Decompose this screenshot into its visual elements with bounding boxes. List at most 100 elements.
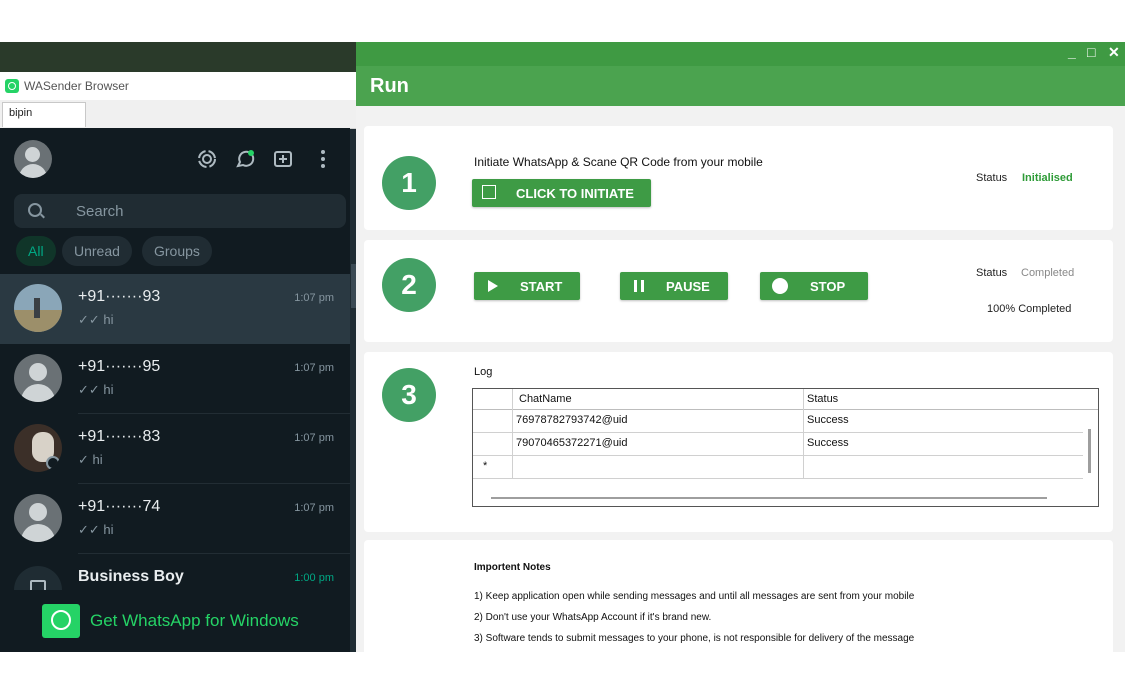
horizontal-scrollbar[interactable] (491, 497, 1047, 499)
step-1-card: 1 Initiate WhatsApp & Scane QR Code from… (364, 126, 1113, 230)
search-input[interactable]: Search (14, 194, 346, 228)
step-number: 2 (382, 258, 436, 312)
filter-unread[interactable]: Unread (62, 236, 132, 266)
avatar-photo-person (34, 298, 40, 318)
filter-all[interactable]: All (16, 236, 56, 266)
start-button[interactable]: START (474, 272, 580, 300)
chat-name: +91·······93 (78, 288, 161, 305)
chat-time: 1:07 pm (294, 362, 334, 374)
wasender-browser-window: WASender Browser bipin Search All Unread… (0, 42, 356, 652)
chat-last-message: ✓ hi (78, 452, 103, 467)
whatsapp-panel: Search All Unread Groups +91·······93 1:… (0, 128, 350, 652)
filter-groups[interactable]: Groups (142, 236, 212, 266)
chat-last-message: ✓✓ hi (78, 522, 114, 537)
table-row[interactable]: 79070465372271@uid Success (473, 433, 1083, 456)
app-icon (5, 79, 19, 93)
status-label: Status (976, 267, 1008, 279)
step-1-instruction: Initiate WhatsApp & Scane QR Code from y… (474, 155, 763, 169)
log-label: Log (474, 366, 493, 378)
contact-avatar (14, 494, 62, 542)
new-chat-icon[interactable] (272, 148, 294, 170)
button-label: STOP (810, 279, 846, 294)
progress-text: 100% Completed (987, 303, 1072, 315)
window-topbar: _ □ ✕ (356, 42, 1125, 66)
chat-name: Business Boy (78, 568, 184, 585)
stop-hand-icon (772, 278, 788, 294)
whatsapp-logo-icon (42, 604, 80, 638)
status-value: Initialised (1022, 172, 1073, 184)
note-item: 1) Keep application open while sending m… (474, 591, 915, 602)
tab-bipin[interactable]: bipin (2, 102, 86, 127)
stop-button[interactable]: STOP (760, 272, 868, 300)
minimize-button[interactable]: _ (1068, 44, 1076, 60)
new-row[interactable]: * (473, 456, 1083, 479)
notes-title: Importent Notes (474, 562, 551, 573)
search-icon (28, 203, 42, 217)
avatar-head-shape (25, 147, 40, 162)
chatname-cell: 79070465372271@uid (516, 437, 628, 449)
note-item: 3) Software tends to submit messages to … (474, 633, 915, 644)
contact-avatar (14, 284, 62, 332)
avatar-body-shape (21, 524, 55, 542)
menu-icon[interactable] (312, 148, 334, 170)
button-label: PAUSE (666, 279, 710, 294)
chat-time: 1:00 pm (294, 572, 334, 584)
chat-name: +91·······74 (78, 498, 161, 515)
table-row[interactable]: 76978782793742@uid Success (473, 410, 1083, 433)
click-to-initiate-button[interactable]: CLICK TO INITIATE (472, 179, 651, 207)
chatname-cell: 76978782793742@uid (516, 414, 628, 426)
background-top (0, 0, 1125, 42)
step-2-card: 2 START PAUSE STOP Status Completed 100%… (364, 240, 1113, 342)
chat-name: +91·······95 (78, 358, 161, 375)
tab-strip: bipin (0, 100, 356, 129)
column-header[interactable]: Status (807, 393, 838, 405)
column-header[interactable]: ChatName (519, 393, 572, 405)
close-button[interactable]: ✕ (1108, 44, 1120, 61)
avatar-head-shape (29, 363, 47, 381)
chat-list-item[interactable]: +91·······95 1:07 pm ✓✓ hi (0, 344, 350, 414)
background-bottom (0, 652, 1125, 694)
chat-name: +91·······83 (78, 428, 161, 445)
status-cell: Success (807, 414, 849, 426)
avatar-body-shape (21, 384, 55, 402)
contact-avatar (14, 354, 62, 402)
maximize-button[interactable]: □ (1087, 44, 1095, 60)
status-label: Status (976, 172, 1008, 184)
chat-list-header (0, 128, 350, 188)
step-number: 3 (382, 368, 436, 422)
get-whatsapp-banner[interactable]: Get WhatsApp for Windows (0, 590, 350, 652)
grid-header: ChatName Status (473, 389, 1098, 410)
status-icon[interactable] (196, 148, 218, 170)
browser-titlebar: WASender Browser (0, 72, 356, 101)
chat-time: 1:07 pm (294, 502, 334, 514)
vertical-scrollbar[interactable] (1088, 429, 1091, 473)
profile-avatar[interactable] (14, 140, 52, 178)
button-label: START (520, 279, 563, 294)
status-value: Completed (1021, 267, 1075, 279)
pause-icon (634, 280, 637, 292)
new-row-marker: * (483, 460, 488, 472)
chat-list-item[interactable]: +91·······74 1:07 pm ✓✓ hi (0, 484, 350, 554)
chat-time: 1:07 pm (294, 432, 334, 444)
chat-last-message: ✓✓ hi (78, 312, 114, 327)
run-window: _ □ ✕ Run 1 Initiate WhatsApp & Scane QR… (356, 42, 1125, 652)
step-3-card: 3 Log ChatName Status 76978782793742@uid… (364, 352, 1113, 532)
button-label: CLICK TO INITIATE (516, 186, 634, 201)
pause-icon-bar (641, 280, 644, 292)
chat-list-item[interactable]: +91·······93 1:07 pm ✓✓ hi (0, 274, 350, 344)
chat-list-item[interactable]: +91·······83 1:07 pm ✓ hi (0, 414, 350, 484)
window-frame (0, 42, 356, 72)
log-grid[interactable]: ChatName Status 76978782793742@uid Succe… (472, 388, 1099, 507)
avatar-head-shape (29, 503, 47, 521)
notes-card: Importent Notes 1) Keep application open… (364, 540, 1113, 652)
chat-last-message: ✓✓ hi (78, 382, 114, 397)
banner-text: Get WhatsApp for Windows (90, 611, 299, 630)
contact-avatar (14, 424, 62, 472)
channels-icon[interactable] (234, 148, 256, 170)
avatar-body-shape (19, 164, 47, 178)
run-titlebar: Run (356, 66, 1125, 106)
pause-button[interactable]: PAUSE (620, 272, 728, 300)
step-number: 1 (382, 156, 436, 210)
browser-title: WASender Browser (24, 79, 129, 93)
page-title: Run (370, 75, 409, 97)
